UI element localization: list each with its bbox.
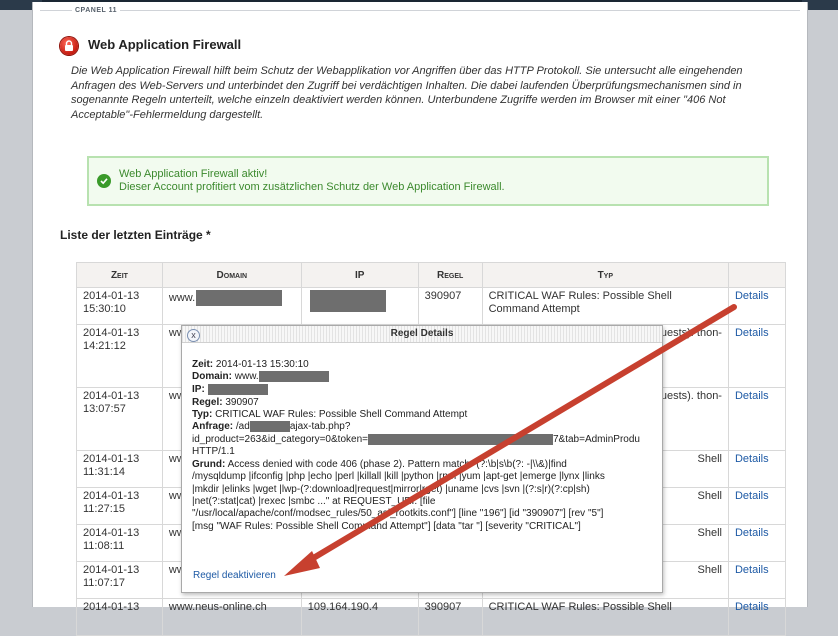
arrow-shaft: [297, 304, 737, 569]
annotation-arrow: [284, 304, 737, 576]
